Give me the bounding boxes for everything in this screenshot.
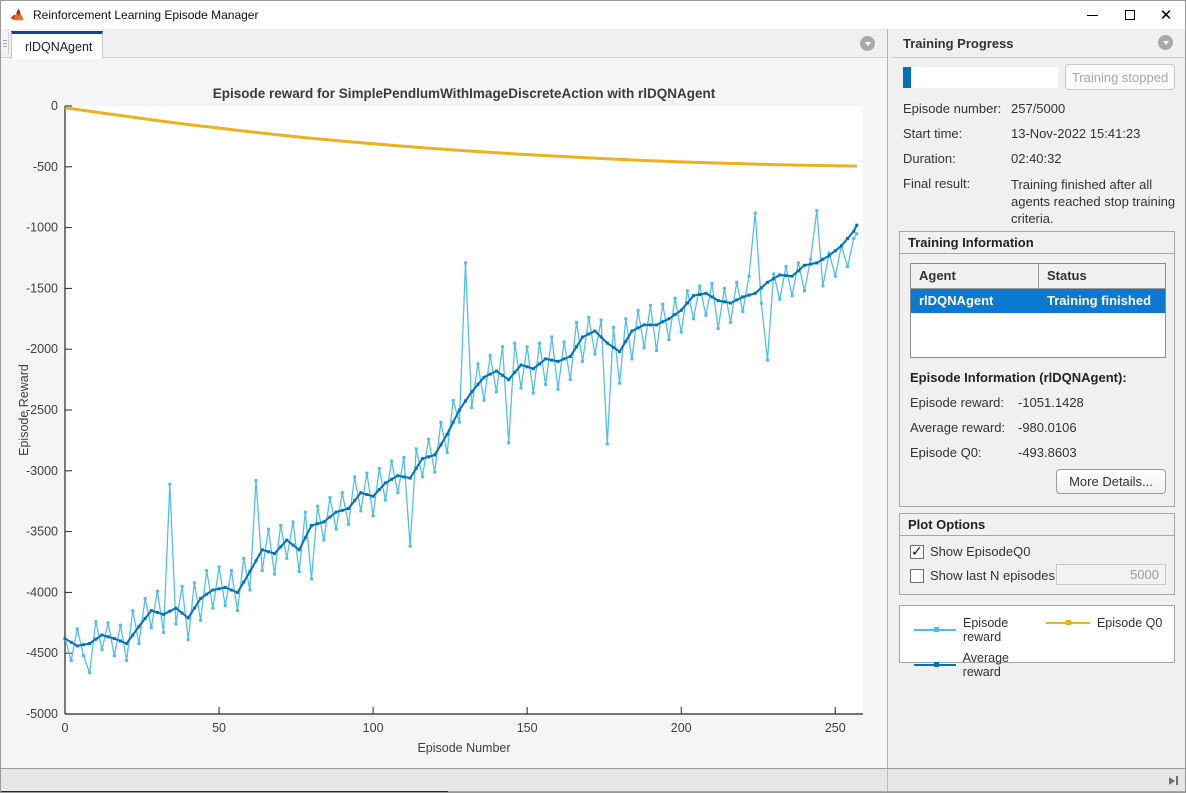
maximize-button[interactable]	[1113, 1, 1147, 29]
episode-number-value: 257/5000	[1011, 101, 1065, 116]
bottom-bar	[1, 768, 1186, 791]
progress-fill	[903, 67, 911, 88]
legend-label-average-reward: Average reward	[963, 651, 1046, 679]
plot-options-box: Plot Options Show EpisodeQ0 Show last N …	[899, 513, 1175, 595]
svg-text:0: 0	[51, 99, 58, 113]
training-stopped-button[interactable]: Training stopped	[1065, 64, 1175, 90]
training-information-title: Training Information	[900, 232, 1174, 254]
table-header-row: Agent Status	[911, 264, 1165, 289]
start-time-value: 13-Nov-2022 15:41:23	[1011, 126, 1140, 141]
duration-value: 02:40:32	[1011, 151, 1062, 166]
panel-title: Training Progress	[903, 36, 1014, 51]
training-information-box: Training Information Agent Status rlDQNA…	[899, 231, 1175, 507]
more-details-button[interactable]: More Details...	[1056, 469, 1166, 494]
legend-line-episode-reward	[914, 629, 956, 631]
svg-text:0: 0	[62, 721, 69, 735]
close-button[interactable]: ✕	[1149, 1, 1183, 29]
chart-legend: Episode reward Average reward Episode Q0	[899, 605, 1175, 663]
svg-text:-500: -500	[33, 160, 58, 174]
svg-text:50: 50	[212, 721, 226, 735]
legend-line-average-reward	[914, 664, 956, 666]
bottom-bar-divider	[887, 769, 888, 792]
svg-text:-1000: -1000	[26, 221, 58, 235]
training-progress-panel: Training Progress Training stopped Episo…	[891, 29, 1186, 768]
chevron-down-icon[interactable]	[1158, 35, 1173, 50]
minimize-button[interactable]	[1075, 1, 1109, 29]
show-episodeq0-checkbox[interactable]	[910, 545, 924, 559]
legend-label-episode-q0: Episode Q0	[1097, 616, 1162, 630]
duration-label: Duration:	[903, 151, 956, 166]
svg-text:-2000: -2000	[26, 342, 58, 356]
legend-item-average-reward: Average reward	[914, 651, 1046, 679]
training-chart: Episode reward for SimplePendlumWithImag…	[1, 58, 887, 768]
titlebar: Reinforcement Learning Episode Manager ✕	[1, 1, 1186, 29]
window-title: Reinforcement Learning Episode Manager	[33, 8, 258, 22]
close-icon: ✕	[1160, 8, 1173, 23]
legend-label-episode-reward: Episode reward	[963, 616, 1046, 644]
svg-text:150: 150	[517, 721, 538, 735]
start-time-label: Start time:	[903, 126, 962, 141]
svg-text:100: 100	[363, 721, 384, 735]
show-last-n-checkbox[interactable]	[910, 569, 924, 583]
chevron-down-icon[interactable]	[860, 36, 875, 51]
svg-text:Episode Number: Episode Number	[417, 741, 510, 755]
svg-text:-5000: -5000	[26, 707, 58, 721]
episode-information-title: Episode Information (rlDQNAgent):	[910, 370, 1127, 385]
episode-q0-label: Episode Q0:	[910, 445, 982, 460]
episode-reward-value: -1051.1428	[1018, 395, 1084, 410]
minimize-icon	[1087, 15, 1098, 16]
maximize-icon	[1125, 10, 1135, 20]
panel-header: Training Progress	[891, 29, 1186, 58]
chart-region: Episode reward for SimplePendlumWithImag…	[1, 58, 887, 768]
svg-text:-4500: -4500	[26, 646, 58, 660]
legend-line-episode-q0	[1046, 622, 1090, 624]
final-result-value: Training finished after all agents reach…	[1011, 176, 1177, 227]
average-reward-label: Average reward:	[910, 420, 1005, 435]
episode-number-label: Episode number:	[903, 101, 1001, 116]
skip-to-end-icon[interactable]	[1169, 774, 1182, 787]
show-last-n-label: Show last N episodes	[930, 568, 1055, 583]
svg-text:-3000: -3000	[26, 464, 58, 478]
legend-item-episode-reward: Episode reward	[914, 616, 1046, 644]
episode-q0-value: -493.8603	[1018, 445, 1077, 460]
last-n-episodes-input[interactable]	[1056, 564, 1166, 585]
final-result-label: Final result:	[903, 176, 970, 191]
table-cell-status: Training finished	[1039, 289, 1165, 313]
tab-label: rlDQNAgent	[25, 40, 92, 54]
svg-text:Episode reward for SimplePendl: Episode reward for SimplePendlumWithImag…	[213, 86, 716, 101]
table-row[interactable]: rlDQNAgent Training finished	[911, 289, 1165, 313]
episode-reward-label: Episode reward:	[910, 395, 1004, 410]
plot-options-title: Plot Options	[900, 514, 1174, 536]
grip-icon[interactable]	[1, 32, 9, 54]
table-header-status: Status	[1039, 264, 1165, 288]
matlab-logo-icon	[10, 7, 26, 23]
svg-text:-4000: -4000	[26, 585, 58, 599]
svg-text:200: 200	[671, 721, 692, 735]
svg-text:-1500: -1500	[26, 281, 58, 295]
table-header-agent: Agent	[911, 264, 1039, 288]
app-window: Reinforcement Learning Episode Manager ✕…	[0, 0, 1186, 793]
show-episodeq0-label: Show EpisodeQ0	[930, 544, 1030, 559]
average-reward-value: -980.0106	[1018, 420, 1077, 435]
table-cell-agent: rlDQNAgent	[911, 289, 1039, 313]
tab-rldqnagent[interactable]: rlDQNAgent	[11, 31, 103, 59]
legend-item-episode-q0: Episode Q0	[1046, 616, 1174, 630]
tab-strip: rlDQNAgent	[1, 29, 887, 58]
svg-text:Episode Reward: Episode Reward	[17, 364, 31, 456]
svg-text:250: 250	[825, 721, 846, 735]
svg-text:-3500: -3500	[26, 525, 58, 539]
agent-status-table: Agent Status rlDQNAgent Training finishe…	[910, 263, 1166, 358]
progress-bar	[903, 67, 1058, 88]
